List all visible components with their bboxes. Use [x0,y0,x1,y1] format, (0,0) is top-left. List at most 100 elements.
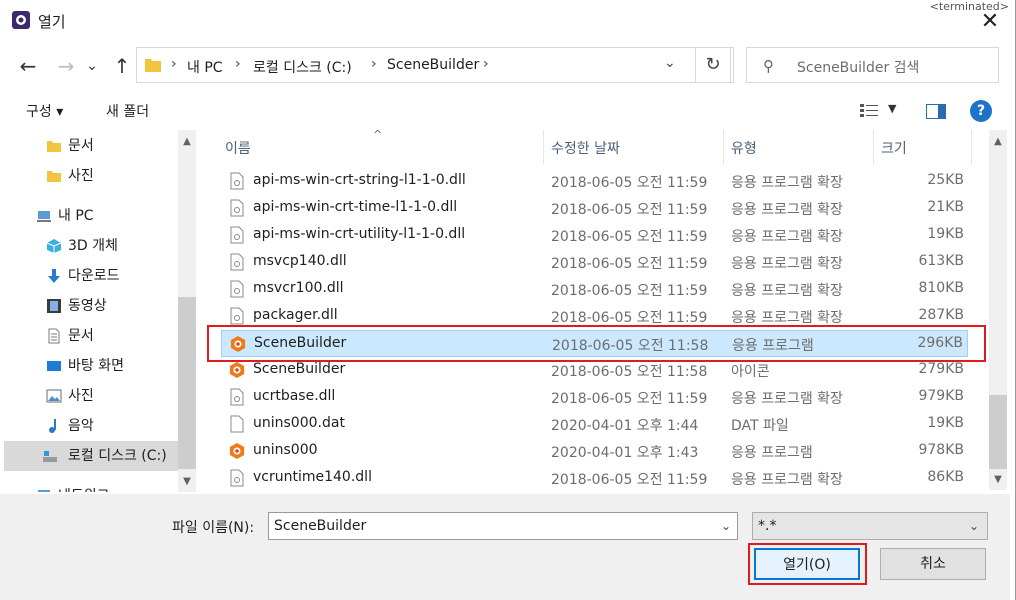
table-row[interactable]: vcruntime140.dll 2018-06-05 오전 11:59 응용 프로… [221,465,968,490]
preview-pane-icon[interactable] [926,104,946,119]
table-row[interactable]: api-ms-win-crt-utility-l1-1-0.dll 2018-06… [221,222,968,249]
organize-menu[interactable]: 구성 ▾ [26,101,63,121]
filetype-select[interactable]: *.* ⌄ [752,512,988,540]
recent-locations-chevron-icon[interactable]: ⌄ [82,52,102,80]
dll-file-icon [230,172,244,190]
file-type: DAT 파일 [731,418,789,434]
nav-item-local-disk[interactable]: 로컬 디스크 (C:) [4,441,178,471]
column-header-type[interactable]: 유형 [731,138,757,158]
nav-item-documents[interactable]: 문서 [4,131,178,161]
nav-item-3d-objects[interactable]: 3D 개체 [4,231,178,261]
file-type: 응용 프로그램 확장 [731,229,843,245]
address-bar[interactable]: › 내 PC › 로컬 디스크 (C:) › SceneBuilder › [136,47,734,83]
nav-item-network[interactable]: 네트워크 [4,481,178,492]
file-date: 2018-06-05 오전 11:59 [551,472,708,488]
file-name: api-ms-win-crt-time-l1-1-0.dll [253,199,458,215]
file-name: msvcr100.dll [253,280,344,296]
file-date: 2018-06-05 오전 11:59 [551,229,708,245]
column-divider[interactable] [873,130,874,164]
table-row[interactable]: msvcr100.dll 2018-06-05 오전 11:59 응용 프로그램 확… [221,276,968,303]
nav-item-this-pc[interactable]: 내 PC [4,201,178,231]
dll-file-icon [230,226,244,244]
new-folder-button[interactable]: 새 폴더 [106,101,149,121]
file-size: 25KB [927,172,964,188]
file-list-scrollbar-thumb[interactable] [989,395,1007,469]
table-row[interactable]: msvcp140.dll 2018-06-05 오전 11:59 응용 프로그램 확… [221,249,968,276]
selected-row-highlight-box [207,325,986,362]
column-header-date[interactable]: 수정한 날짜 [551,138,620,158]
column-header-row: ^ 이름 수정한 날짜 유형 크기 [201,130,973,164]
breadcrumb-this-pc[interactable]: 내 PC [187,57,223,77]
picture-icon [46,389,62,403]
file-type: 응용 프로그램 [731,445,813,461]
file-type: 응용 프로그램 확장 [731,175,843,191]
navigation-pane: 문서 사진 내 PC 3D 개체 다운로드 동영상 문서 바탕 화면 사진 음악… [4,130,198,492]
column-header-size[interactable]: 크기 [881,138,907,158]
download-icon [48,269,60,283]
file-type: 응용 프로그램 확장 [731,310,843,326]
file-list: ^ 이름 수정한 날짜 유형 크기 api-ms-win-crt-string-… [201,130,987,490]
nav-item-label: 사진 [68,168,94,184]
nav-item-pictures-lib[interactable]: 사진 [4,381,178,411]
file-size: 978KB [918,442,964,458]
file-date: 2018-06-05 오전 11:59 [551,202,708,218]
table-row[interactable]: unins000 2020-04-01 오후 1:43 응용 프로그램 978KB [221,438,968,465]
up-button[interactable]: ↑ [108,52,136,80]
3d-objects-icon [46,239,62,253]
file-size: 979KB [918,388,964,404]
search-box[interactable]: ⚲ SceneBuilder 검색 [746,47,999,83]
video-icon [47,299,61,313]
file-date: 2018-06-05 오전 11:58 [551,364,708,380]
file-size: 287KB [918,307,964,323]
cancel-button[interactable]: 취소 [880,548,986,580]
file-name: vcruntime140.dll [253,469,372,485]
nav-item-label: 문서 [68,138,94,154]
table-row[interactable]: api-ms-win-crt-time-l1-1-0.dll 2018-06-05… [221,195,968,222]
refresh-button[interactable]: ↻ [695,47,731,83]
nav-item-label: 동영상 [68,298,107,314]
scroll-up-icon[interactable]: ▲ [178,136,196,147]
scroll-down-icon[interactable]: ▼ [989,474,1007,485]
breadcrumb-scenebuilder[interactable]: SceneBuilder [387,57,479,73]
scroll-down-icon[interactable]: ▼ [178,476,196,487]
forward-button[interactable]: → [52,52,80,80]
column-divider[interactable] [723,130,724,164]
nav-item-downloads[interactable]: 다운로드 [4,261,178,291]
file-name: api-ms-win-crt-string-l1-1-0.dll [253,172,466,188]
filename-input[interactable]: SceneBuilder ⌄ [268,512,738,540]
nav-item-desktop[interactable]: 바탕 화면 [4,351,178,381]
column-divider[interactable] [971,130,972,164]
dll-file-icon [230,199,244,217]
view-dropdown-icon[interactable]: ▼ [888,102,896,115]
file-size: 19KB [927,226,964,242]
nav-item-music[interactable]: 음악 [4,411,178,441]
filename-history-chevron-icon[interactable]: ⌄ [721,519,731,533]
nav-item-pictures[interactable]: 사진 [4,161,178,191]
close-button[interactable]: ✕ [970,8,1010,36]
table-row[interactable]: unins000.dat 2020-04-01 오후 1:44 DAT 파일 19KB [221,411,968,438]
breadcrumb-chevron-icon: › [235,56,241,72]
address-dropdown-chevron-icon[interactable]: ⌄ [664,55,676,71]
folder-icon [145,59,161,72]
file-date: 2018-06-05 오전 11:59 [551,391,708,407]
file-date: 2018-06-05 오전 11:59 [551,256,708,272]
view-options-icon[interactable] [860,104,878,118]
back-button[interactable]: ← [14,52,42,80]
navigation-scrollbar-thumb[interactable] [178,297,196,469]
column-divider[interactable] [543,130,544,164]
dll-file-icon [230,307,244,325]
filename-label: 파일 이름(N): [172,520,255,536]
file-type: 응용 프로그램 확장 [731,472,843,488]
table-row[interactable]: api-ms-win-crt-string-l1-1-0.dll 2018-06-… [221,168,968,195]
nav-item-label: 다운로드 [68,268,120,284]
filename-value: SceneBuilder [274,518,367,534]
nav-item-documents-lib[interactable]: 문서 [4,321,178,351]
help-icon[interactable]: ? [970,100,992,122]
table-row[interactable]: ucrtbase.dll 2018-06-05 오전 11:59 응용 프로그램 확… [221,384,968,411]
column-header-name[interactable]: 이름 [225,138,251,158]
scroll-up-icon[interactable]: ▲ [989,136,1007,147]
nav-item-videos[interactable]: 동영상 [4,291,178,321]
nav-item-label: 문서 [68,328,94,344]
nav-item-label: 3D 개체 [68,238,118,254]
breadcrumb-local-disk[interactable]: 로컬 디스크 (C:) [253,57,352,77]
